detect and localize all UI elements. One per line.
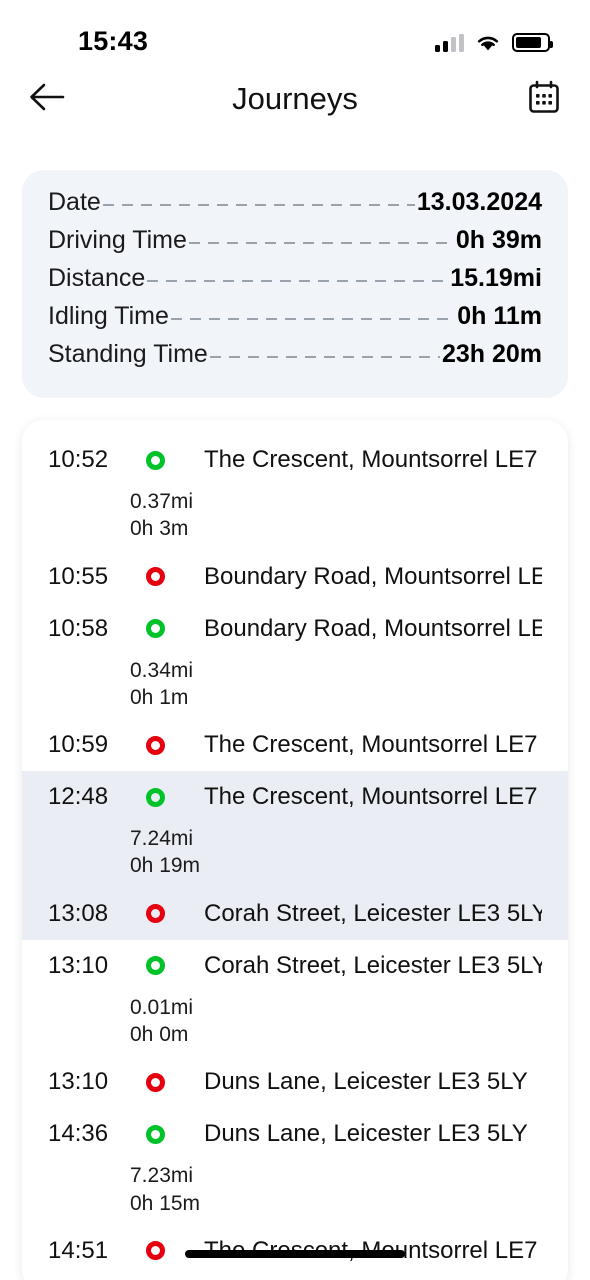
journey-start-time: 10:58 — [48, 614, 109, 642]
journey-start-stop[interactable]: 10:58 Boundary Road, Mountsorrel LE12 7JX — [22, 603, 568, 655]
journey-leg-duration: 0h 19m — [130, 854, 201, 878]
journey-end-stop[interactable]: 10:59 The Crescent, Mountsorrel LE7 7PW — [22, 719, 568, 771]
summary-row-value: 15.19mi — [450, 264, 542, 292]
end-marker-red-icon — [130, 735, 204, 755]
wifi-icon — [475, 33, 501, 52]
back-button[interactable] — [22, 77, 72, 121]
journey-leg-distance: 0.01mi — [130, 995, 194, 1019]
status-bar: 15:43 — [0, 0, 590, 62]
journey-leg-duration: 0h 1m — [130, 685, 189, 709]
summary-row-value: 13.03.2024 — [416, 188, 542, 216]
summary-row: Date 13.03.2024 — [48, 188, 542, 226]
journey-start-stop[interactable]: 14:36 Duns Lane, Leicester LE3 5LY — [22, 1108, 568, 1160]
journey-start-address: Boundary Road, Mountsorrel LE12 7JX — [204, 614, 542, 642]
start-marker-green-icon — [130, 956, 204, 976]
journey-end-address: Boundary Road, Mountsorrel LE12 7JX — [204, 562, 542, 590]
calendar-button[interactable] — [522, 77, 566, 121]
summary-leader-dots — [188, 242, 454, 244]
summary-row: Distance 15.19mi — [48, 264, 542, 302]
navigation-bar: Journeys — [0, 62, 590, 136]
journey-leg: 0.01mi 0h 0m — [22, 992, 568, 1057]
journey-leg: 7.24mi 0h 19m — [22, 823, 568, 888]
journey-start-stop[interactable]: 12:48 The Crescent, Mountsorrel LE7 7PW — [22, 771, 568, 823]
journey-end-stop[interactable]: 13:08 Corah Street, Leicester LE3 5LY — [22, 888, 568, 940]
journey-list-card: 10:52 The Crescent, Mountsorrel LE7 7PW 0.… — [22, 420, 568, 1280]
status-bar-indicators — [435, 28, 553, 52]
journey-leg-duration: 0h 0m — [130, 1023, 189, 1047]
summary-row: Standing Time 23h 20m — [48, 340, 542, 378]
status-bar-time: 15:43 — [78, 26, 149, 56]
journey-group[interactable]: 10:58 Boundary Road, Mountsorrel LE12 7JX… — [22, 603, 568, 772]
journey-start-time: 12:48 — [48, 783, 109, 811]
summary-row-label: Date — [48, 188, 101, 216]
start-marker-green-icon — [130, 619, 204, 639]
journey-end-address: The Crescent, Mountsorrel LE7 7PW — [204, 731, 542, 759]
start-marker-green-icon — [130, 787, 204, 807]
journey-end-time: 13:08 — [48, 899, 109, 927]
journey-end-stop[interactable]: 10:55 Boundary Road, Mountsorrel LE12 7JX — [22, 551, 568, 603]
summary-leader-dots — [147, 280, 449, 282]
summary-row: Driving Time 0h 39m — [48, 226, 542, 264]
journey-start-time: 13:10 — [48, 951, 109, 979]
journey-end-address: Duns Lane, Leicester LE3 5LY — [204, 1068, 528, 1096]
journey-group[interactable]: 10:52 The Crescent, Mountsorrel LE7 7PW 0.… — [22, 434, 568, 603]
journey-start-stop[interactable]: 13:10 Corah Street, Leicester LE3 5LY — [22, 940, 568, 992]
summary-row-label: Distance — [48, 264, 146, 292]
journey-start-address: The Crescent, Mountsorrel LE7 7PW — [204, 783, 542, 811]
journey-start-address: Duns Lane, Leicester LE3 5LY — [204, 1120, 528, 1148]
journey-end-time: 13:10 — [48, 1068, 109, 1096]
journey-end-time: 10:55 — [48, 562, 109, 590]
journey-leg-distance: 7.23mi — [130, 1164, 194, 1188]
journey-leg-distance: 7.24mi — [130, 827, 194, 851]
summary-leader-dots — [102, 204, 415, 206]
end-marker-red-icon — [130, 1072, 204, 1092]
summary-leader-dots — [209, 356, 440, 358]
journey-end-stop[interactable]: 13:10 Duns Lane, Leicester LE3 5LY — [22, 1056, 568, 1108]
journey-start-time: 14:36 — [48, 1120, 109, 1148]
journey-leg-duration: 0h 3m — [130, 517, 189, 541]
journey-end-address: Corah Street, Leicester LE3 5LY — [204, 899, 542, 927]
page-title: Journeys — [232, 81, 358, 116]
summary-row: Idling Time 0h 11m — [48, 302, 542, 340]
journey-leg: 0.34mi 0h 1m — [22, 655, 568, 720]
battery-icon — [512, 33, 553, 52]
journey-start-address: Corah Street, Leicester LE3 5LY — [204, 951, 542, 979]
summary-row-label: Standing Time — [48, 340, 208, 368]
journey-start-address: The Crescent, Mountsorrel LE7 7PW — [204, 446, 542, 473]
summary-row-label: Idling Time — [48, 302, 169, 330]
summary-row-value: 23h 20m — [441, 340, 542, 368]
journey-start-stop[interactable]: 10:52 The Crescent, Mountsorrel LE7 7PW — [22, 434, 568, 486]
journey-start-time: 10:52 — [48, 446, 109, 473]
summary-row-label: Driving Time — [48, 226, 187, 254]
summary-row-value: 0h 11m — [457, 302, 542, 330]
summary-leader-dots — [170, 318, 456, 320]
calendar-icon — [526, 79, 562, 120]
start-marker-green-icon — [130, 1124, 204, 1144]
journey-leg-distance: 0.34mi — [130, 658, 194, 682]
back-arrow-icon — [25, 78, 69, 121]
journey-leg: 0.37mi 0h 3m — [22, 486, 568, 551]
end-marker-red-icon — [130, 904, 204, 924]
journey-leg-distance: 0.37mi — [130, 490, 194, 513]
start-marker-green-icon — [130, 450, 204, 470]
journey-end-time: 14:51 — [48, 1236, 109, 1264]
journey-leg-duration: 0h 15m — [130, 1191, 201, 1215]
journey-leg: 7.23mi 0h 15m — [22, 1160, 568, 1225]
summary-row-value: 0h 39m — [455, 226, 542, 254]
end-marker-red-icon — [130, 567, 204, 587]
journey-group[interactable]: 12:48 The Crescent, Mountsorrel LE7 7PW 7.… — [22, 771, 568, 940]
cellular-signal-icon — [435, 34, 464, 52]
home-indicator — [185, 1250, 405, 1258]
journey-group[interactable]: 13:10 Corah Street, Leicester LE3 5LY 0.01… — [22, 940, 568, 1109]
journey-summary-card: Date 13.03.2024 Driving Time 0h 39m Distance… — [22, 170, 568, 398]
journey-end-time: 10:59 — [48, 731, 109, 759]
